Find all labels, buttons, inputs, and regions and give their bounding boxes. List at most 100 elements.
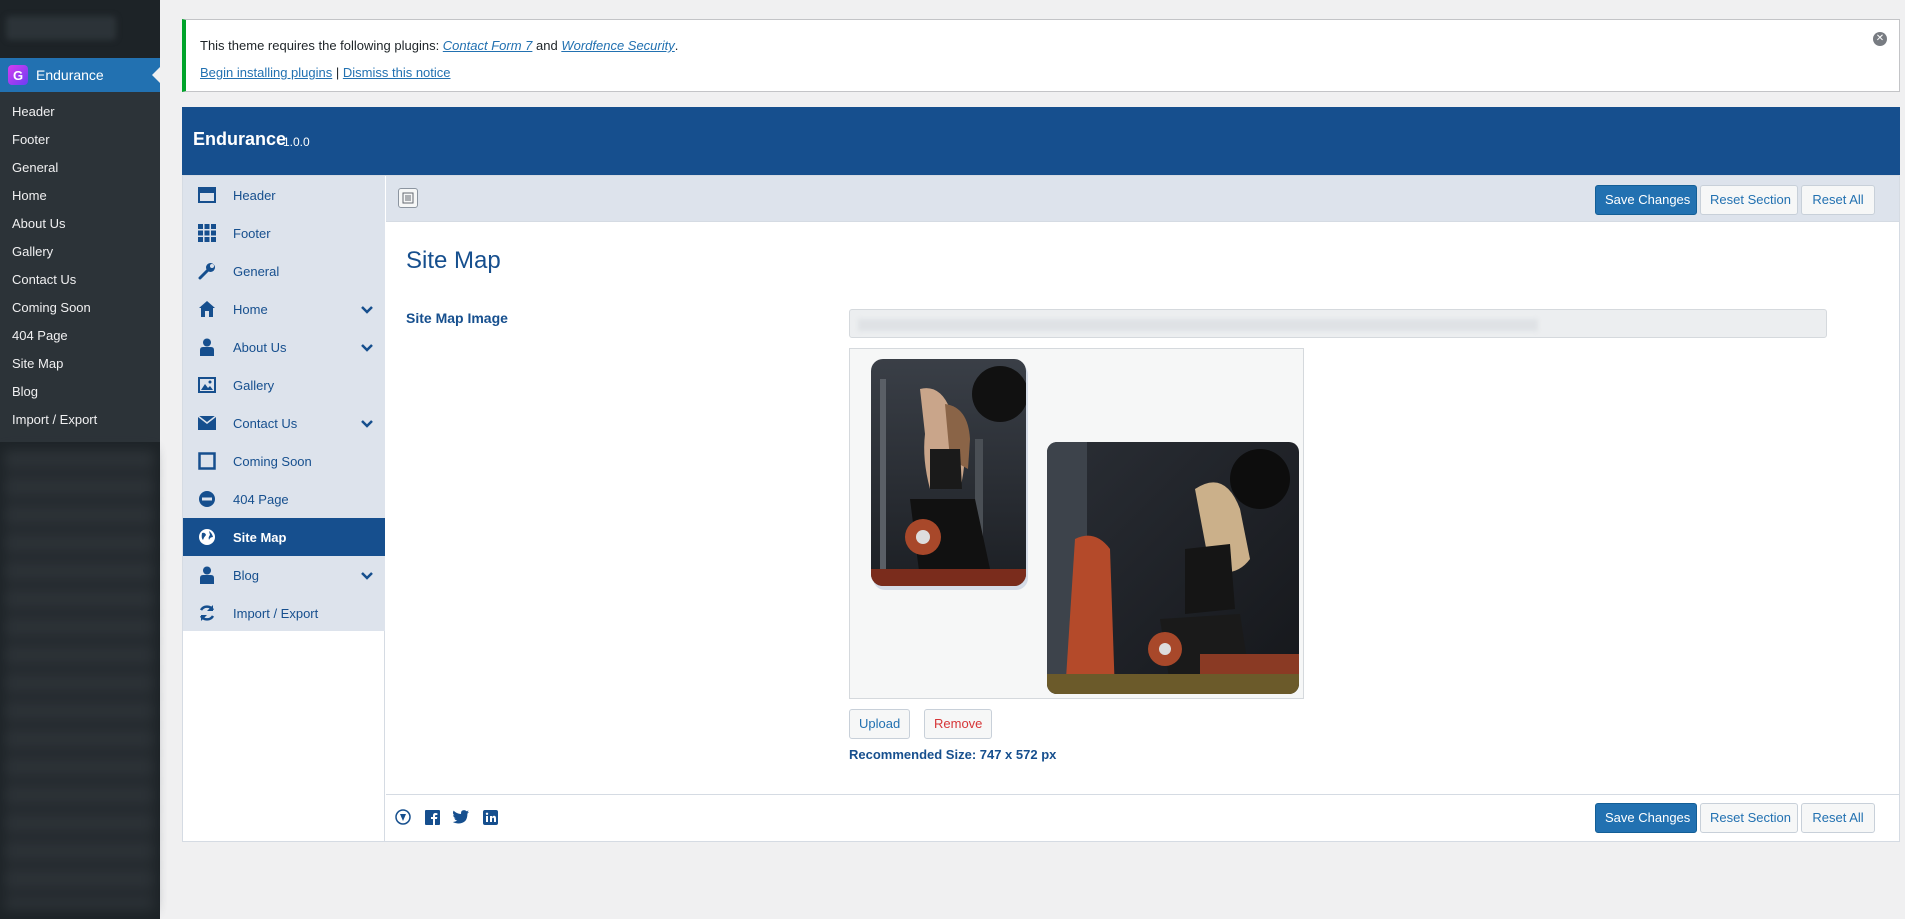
nav-item-label: Contact Us (233, 415, 298, 431)
nav-item-gallery[interactable]: Gallery (183, 366, 385, 404)
remove-button[interactable]: Remove (924, 709, 993, 739)
nav-item-header[interactable]: Header (183, 176, 385, 214)
nav-item-label: Header (233, 187, 276, 203)
nav-item-label: Site Map (233, 529, 287, 545)
options-nav: Header Footer General Home About Us Gall… (183, 176, 385, 841)
nav-item-label: Coming Soon (233, 453, 312, 469)
admin-submenu: Header Footer General Home About Us Gall… (0, 92, 160, 442)
minus-circle-icon (197, 489, 217, 509)
options-toolbar: Save Changes Reset Section Reset All (386, 176, 1899, 222)
wrench-icon (197, 261, 217, 281)
nav-item-label: Import / Export (233, 605, 319, 621)
notice-separator: | (332, 65, 343, 80)
notice-text: and (532, 38, 562, 53)
admin-submenu-item[interactable]: Coming Soon (0, 294, 160, 322)
blurred-url-value (858, 319, 1538, 331)
nav-item-import-export[interactable]: Import / Export (183, 594, 385, 632)
linkedin-icon[interactable] (481, 808, 499, 826)
nav-item-404-page[interactable]: 404 Page (183, 480, 385, 518)
nav-item-label: Blog (233, 567, 260, 583)
options-footer: Save Changes Reset Section Reset All (386, 794, 1899, 841)
admin-submenu-item[interactable]: Gallery (0, 238, 160, 266)
blurred-menu-items (4, 450, 154, 910)
panel-version: 1.0.0 (283, 135, 310, 149)
reset-section-button[interactable]: Reset Section (1700, 803, 1798, 833)
globe-icon (197, 527, 217, 547)
nav-item-site-map[interactable]: Site Map (183, 518, 385, 556)
home-icon (197, 299, 217, 319)
refresh-icon (197, 603, 217, 623)
site-map-image-preview (849, 348, 1304, 699)
site-map-image-label: Site Map Image (406, 310, 508, 326)
begin-installing-link[interactable]: Begin installing plugins (200, 65, 332, 80)
site-map-image-url-field[interactable] (849, 309, 1827, 338)
nav-item-label: 404 Page (233, 491, 289, 507)
twitter-icon[interactable] (452, 808, 470, 826)
chevron-down-icon[interactable] (361, 302, 373, 317)
header-layout-icon (197, 185, 217, 205)
redux-icon[interactable] (394, 808, 412, 826)
nav-item-general[interactable]: General (183, 252, 385, 290)
reset-all-button[interactable]: Reset All (1801, 185, 1875, 215)
nav-item-coming-soon[interactable]: Coming Soon (183, 442, 385, 480)
admin-submenu-item[interactable]: Import / Export (0, 406, 160, 434)
endurance-logo-icon: G (8, 65, 28, 85)
notice-actions: Begin installing plugins | Dismiss this … (200, 65, 451, 80)
nav-item-blog[interactable]: Blog (183, 556, 385, 594)
nav-item-label: Footer (233, 225, 271, 241)
plugin-notice: This theme requires the following plugin… (182, 19, 1900, 92)
envelope-icon (197, 413, 217, 433)
notice-message: This theme requires the following plugin… (200, 38, 678, 53)
wp-admin-sidebar: G Endurance Header Footer General Home A… (0, 0, 160, 919)
admin-submenu-item[interactable]: General (0, 154, 160, 182)
image-icon (197, 375, 217, 395)
nav-item-footer[interactable]: Footer (183, 214, 385, 252)
admin-menu-current-endurance[interactable]: G Endurance (0, 58, 160, 92)
expand-options-icon[interactable] (398, 188, 418, 208)
nav-item-label: Gallery (233, 377, 275, 393)
reset-all-button[interactable]: Reset All (1801, 803, 1875, 833)
admin-submenu-item[interactable]: Blog (0, 378, 160, 406)
admin-submenu-item[interactable]: About Us (0, 210, 160, 238)
person-icon (197, 565, 217, 585)
nav-item-label: Home (233, 301, 268, 317)
panel-title: Endurance (193, 129, 287, 149)
admin-submenu-item[interactable]: Contact Us (0, 266, 160, 294)
admin-submenu-item[interactable]: Home (0, 182, 160, 210)
contact-form-7-link[interactable]: Contact Form 7 (443, 38, 533, 53)
save-changes-button[interactable]: Save Changes (1595, 803, 1697, 833)
chevron-down-icon[interactable] (361, 340, 373, 355)
chevron-down-icon[interactable] (361, 568, 373, 583)
nav-item-label: About Us (233, 339, 287, 355)
notice-text: . (674, 38, 679, 53)
person-icon (197, 337, 217, 357)
facebook-icon[interactable] (423, 808, 441, 826)
grid-icon (197, 223, 217, 243)
recommended-size-text: Recommended Size: 747 x 572 px (849, 747, 1057, 762)
nav-item-label: General (233, 263, 280, 279)
dismiss-notice-link[interactable]: Dismiss this notice (343, 65, 451, 80)
upload-button[interactable]: Upload (849, 709, 911, 739)
nav-item-about-us[interactable]: About Us (183, 328, 385, 366)
admin-submenu-item[interactable]: Footer (0, 126, 160, 154)
section-title: Site Map (406, 247, 501, 274)
save-changes-button[interactable]: Save Changes (1595, 185, 1697, 215)
reset-section-button[interactable]: Reset Section (1700, 185, 1798, 215)
options-content: Site Map Site Map Image Upload Remove Re… (386, 223, 1899, 793)
blurred-menu-item (6, 16, 116, 40)
nav-item-home[interactable]: Home (183, 290, 385, 328)
admin-menu-current-label: Endurance (36, 67, 104, 83)
current-arrow-icon (152, 67, 160, 83)
options-panel-body: Header Footer General Home About Us Gall… (182, 175, 1900, 842)
admin-submenu-item[interactable]: 404 Page (0, 322, 160, 350)
options-panel-header: Endurance 1.0.0 (182, 107, 1900, 175)
gym-photos-image (871, 359, 1299, 694)
wordfence-link[interactable]: Wordfence Security (561, 38, 674, 53)
admin-submenu-item[interactable]: Header (0, 98, 160, 126)
square-icon (197, 451, 217, 471)
close-icon[interactable]: ✕ (1873, 32, 1887, 46)
nav-item-contact-us[interactable]: Contact Us (183, 404, 385, 442)
chevron-down-icon[interactable] (361, 416, 373, 431)
notice-text: This theme requires the following plugin… (200, 38, 443, 53)
admin-submenu-item[interactable]: Site Map (0, 350, 160, 378)
